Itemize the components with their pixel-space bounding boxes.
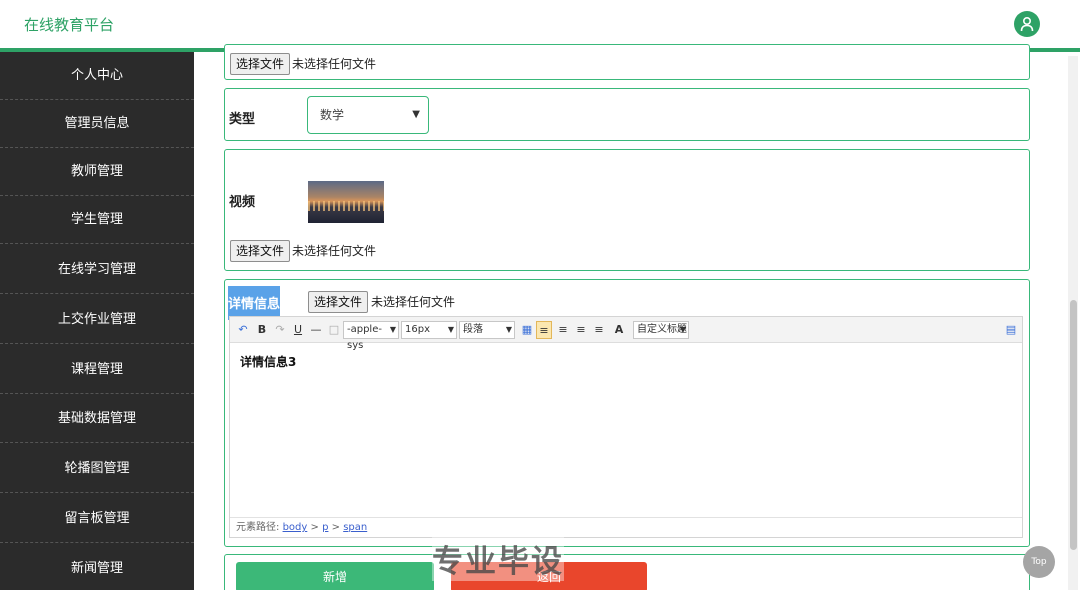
user-icon xyxy=(1020,16,1034,32)
align-center-icon[interactable]: ≡ xyxy=(556,321,570,339)
chevron-down-icon: ▼ xyxy=(412,109,420,120)
sidebar-item-personal-center[interactable]: 个人中心 xyxy=(0,52,194,100)
editor-content[interactable]: 详情信息3 xyxy=(240,353,296,370)
type-label: 类型 xyxy=(229,112,256,127)
path-separator: > xyxy=(310,522,319,533)
video-no-file-text: 未选择任何文件 xyxy=(292,244,377,258)
scrollbar-thumb[interactable] xyxy=(1070,300,1077,550)
app: 在线教育平台 个人中心 管理员信息 教师管理 学生管理 在线学习管理 上交作业管… xyxy=(0,0,1080,590)
align-right-icon[interactable]: ≡ xyxy=(574,321,588,339)
video-label: 视频 xyxy=(229,195,256,210)
user-avatar-button[interactable] xyxy=(1014,11,1040,37)
type-select-value: 数学 xyxy=(320,108,345,122)
video-card: 视频 选择文件 未选择任何文件 xyxy=(224,149,1030,271)
underline-button[interactable]: U xyxy=(292,321,304,339)
element-path-prefix: 元素路径: xyxy=(236,522,280,533)
paragraph-value: 段落 xyxy=(463,324,483,335)
main-content: 选择文件 未选择任何文件 类型 数学 ▼ 视频 选择文件 未选择任何文件 详情信… xyxy=(194,44,1080,590)
path-span-link[interactable]: span xyxy=(343,522,367,533)
font-family-value: -apple-sys xyxy=(347,324,382,351)
fullscreen-icon[interactable]: ▤ xyxy=(1004,321,1018,339)
chevron-down-icon: ▼ xyxy=(389,325,396,334)
redo-icon[interactable]: ↷ xyxy=(274,321,286,339)
sidebar-item-students[interactable]: 学生管理 xyxy=(0,196,194,244)
sidebar-item-homework[interactable]: 上交作业管理 xyxy=(0,296,194,344)
clear-format-icon[interactable]: □ xyxy=(328,321,340,339)
detail-label: 详情信息 xyxy=(228,286,281,320)
sidebar-item-courses[interactable]: 课程管理 xyxy=(0,346,194,394)
path-body-link[interactable]: body xyxy=(283,522,308,533)
font-size-value: 16px xyxy=(405,324,430,335)
detail-no-file-text: 未选择任何文件 xyxy=(371,295,456,309)
sidebar-item-basic-data[interactable]: 基础数据管理 xyxy=(0,395,194,443)
editor-toolbar: ↶ B ↷ U — □ -apple-sys ▼ 16px ▼ 段落 ▼ ▦ ≡ ≡ … xyxy=(230,317,1022,351)
upload-card: 选择文件 未选择任何文件 xyxy=(224,44,1030,80)
sidebar-item-message-board[interactable]: 留言板管理 xyxy=(0,495,194,543)
path-separator: > xyxy=(331,522,340,533)
paragraph-select[interactable]: 段落 ▼ xyxy=(459,321,515,339)
font-color-button[interactable]: A xyxy=(611,321,627,339)
type-card: 类型 数学 ▼ xyxy=(224,88,1030,141)
table-icon[interactable]: ▦ xyxy=(520,321,534,339)
app-title: 在线教育平台 xyxy=(24,16,115,34)
city-lights-image xyxy=(308,201,384,211)
undo-icon[interactable]: ↶ xyxy=(236,321,250,339)
font-size-select[interactable]: 16px ▼ xyxy=(401,321,457,339)
no-file-text: 未选择任何文件 xyxy=(292,57,377,71)
actions-card: 新增 返回 xyxy=(224,554,1030,590)
element-path-bar: 元素路径: body > p > span xyxy=(230,517,1022,537)
chevron-down-icon: ▼ xyxy=(505,325,512,334)
sidebar-item-online-learning[interactable]: 在线学习管理 xyxy=(0,246,194,294)
custom-title-select[interactable]: 自定义标题 ▼ xyxy=(633,321,689,339)
align-left-icon[interactable]: ≡ xyxy=(536,321,552,339)
font-family-select[interactable]: -apple-sys ▼ xyxy=(343,321,399,351)
video-thumbnail xyxy=(308,181,384,223)
watermark-text: 专业毕设 xyxy=(432,536,564,581)
path-p-link[interactable]: p xyxy=(322,522,328,533)
type-select[interactable]: 数学 ▼ xyxy=(307,96,429,134)
sidebar-item-news[interactable]: 新闻管理 xyxy=(0,545,194,590)
sidebar-item-teachers[interactable]: 教师管理 xyxy=(0,148,194,196)
video-choose-file-button[interactable]: 选择文件 xyxy=(230,240,291,262)
back-to-top-button[interactable]: Top xyxy=(1023,546,1055,578)
add-button[interactable]: 新增 xyxy=(236,562,434,590)
rich-text-editor: ↶ B ↷ U — □ -apple-sys ▼ 16px ▼ 段落 ▼ ▦ ≡ ≡ … xyxy=(229,316,1023,538)
detail-choose-file-button[interactable]: 选择文件 xyxy=(308,291,369,313)
chevron-down-icon: ▼ xyxy=(679,325,686,334)
bold-button[interactable]: B xyxy=(256,321,268,339)
detail-card: 详情信息 选择文件 未选择任何文件 ↶ B ↷ U — □ -apple-sys… xyxy=(224,279,1030,547)
align-justify-icon[interactable]: ≡ xyxy=(592,321,606,339)
choose-file-button[interactable]: 选择文件 xyxy=(230,53,291,75)
sidebar: 个人中心 管理员信息 教师管理 学生管理 在线学习管理 上交作业管理 课程管理 … xyxy=(0,52,194,590)
horizontal-line-icon[interactable]: — xyxy=(310,321,322,339)
sidebar-item-admin-info[interactable]: 管理员信息 xyxy=(0,100,194,148)
chevron-down-icon: ▼ xyxy=(447,325,454,334)
sidebar-item-carousel[interactable]: 轮播图管理 xyxy=(0,445,194,493)
